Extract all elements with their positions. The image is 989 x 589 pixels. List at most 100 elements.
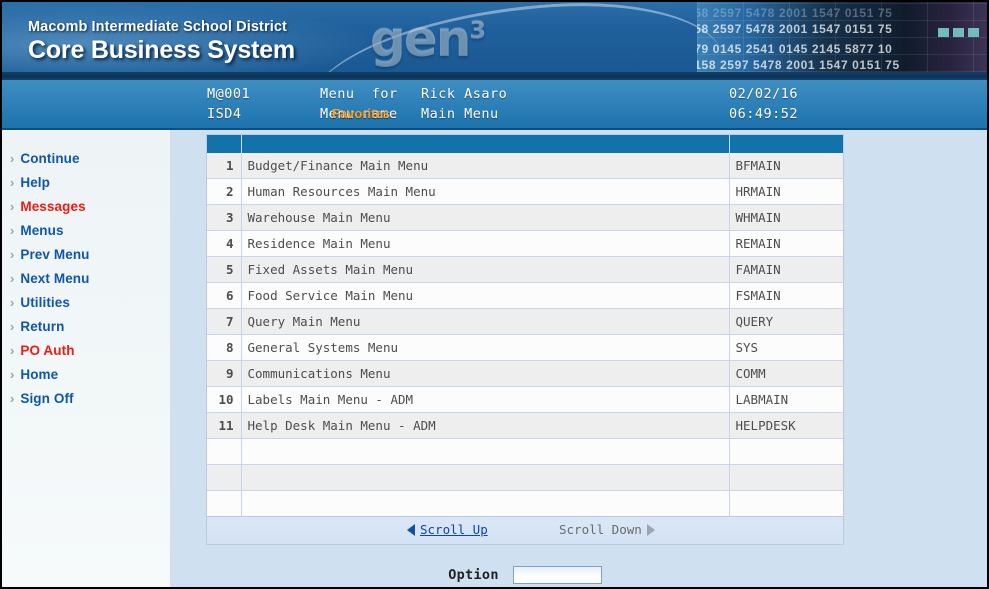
sidebar-item-utilities[interactable]: › Utilities: [10, 292, 70, 312]
table-row[interactable]: 5 Fixed Assets Main Menu FAMAIN: [207, 256, 843, 283]
district-name: Macomb Intermediate School District: [28, 19, 287, 35]
chevron-right-icon: ›: [10, 222, 15, 238]
table-row[interactable]: 11 Help Desk Main Menu - ADM HELPDESK: [207, 412, 843, 439]
cell-code: [729, 464, 843, 491]
table-row[interactable]: 7 Query Main Menu QUERY: [207, 308, 843, 335]
option-input[interactable]: [512, 566, 602, 584]
cell-desc: Fixed Assets Main Menu: [241, 256, 730, 283]
gen3-superscript: 3: [469, 16, 487, 45]
scroll-down-label: Scroll Down: [559, 522, 642, 537]
sidebar-item-po-auth[interactable]: › PO Auth: [10, 340, 75, 360]
column-header-description: [241, 135, 730, 153]
cell-desc: Human Resources Main Menu: [241, 178, 730, 205]
sidebar-item-label: Return: [20, 318, 65, 334]
scroll-controls-row: Scroll Up Scroll Down: [207, 516, 843, 544]
sidebar-item-continue[interactable]: › Continue: [10, 148, 80, 168]
district-logo: Macomb Intermediate School District Core…: [28, 19, 295, 65]
table-row[interactable]: 10 Labels Main Menu - ADM LABMAIN: [207, 386, 843, 413]
system-name: Core Business System: [28, 36, 295, 64]
chevron-right-icon: ›: [10, 198, 15, 214]
cell-code: WHMAIN: [729, 204, 843, 231]
banner-data-row: 158 2597 5478 2001 1547 0151 75: [697, 22, 893, 36]
current-time: 06:49:52: [729, 106, 799, 122]
cell-desc: Warehouse Main Menu: [241, 204, 730, 231]
cell-num: 10: [207, 386, 242, 413]
menu-id-value: M@001: [207, 86, 251, 102]
banner-data-row: 158 2597 5478 2001 1547 0151 75: [697, 6, 893, 20]
table-row[interactable]: 2 Human Resources Main Menu HRMAIN: [207, 178, 843, 205]
sidebar-item-menus[interactable]: › Menus: [10, 220, 64, 240]
column-header-number: [207, 135, 242, 153]
banner-data-row: 2158 2597 5478 2001 1547 0151 75: [697, 58, 900, 72]
sidebar-item-help[interactable]: › Help: [10, 172, 50, 192]
banner-indicator-blocks: [934, 24, 979, 42]
cell-desc: General Systems Menu: [241, 334, 730, 361]
sidebar-item-label: Home: [20, 366, 59, 382]
cell-code: BFMAIN: [729, 153, 843, 179]
cell-code: QUERY: [729, 308, 843, 335]
scroll-up-label: Scroll Up: [420, 522, 488, 537]
library-value: ISD4: [207, 106, 242, 122]
cell-num: 1: [207, 153, 242, 179]
sidebar-item-next-menu[interactable]: › Next Menu: [10, 268, 90, 288]
chevron-right-icon: ›: [10, 270, 15, 286]
sidebar-item-label: Menus: [20, 222, 64, 238]
table-row[interactable]: [207, 490, 843, 516]
sidebar-divider: [170, 130, 204, 587]
table-row[interactable]: 9 Communications Menu COMM: [207, 360, 843, 387]
sidebar-item-sign-off[interactable]: › Sign Off: [10, 388, 74, 408]
cell-code: HRMAIN: [729, 178, 843, 205]
cell-num: 7: [207, 308, 242, 335]
banner-data-row: 979 0145 2541 0145 2145 5877 10: [697, 42, 893, 56]
table-row[interactable]: 6 Food Service Main Menu FSMAIN: [207, 282, 843, 309]
sidebar-item-home[interactable]: › Home: [10, 364, 58, 384]
sidebar-item-label: Utilities: [20, 294, 71, 310]
current-date: 02/02/16: [729, 86, 799, 102]
cell-code: HELPDESK: [729, 412, 843, 439]
menu-table: 1 Budget/Finance Main Menu BFMAIN 2 Human Re…: [207, 135, 843, 516]
cell-desc: Query Main Menu: [241, 308, 730, 335]
cell-code: REMAIN: [729, 230, 843, 257]
sidebar-item-label: Help: [20, 174, 50, 190]
sidebar-item-prev-menu[interactable]: › Prev Menu: [10, 244, 90, 264]
sidebar-item-label: Sign Off: [20, 390, 74, 406]
chevron-right-icon: ›: [10, 342, 15, 358]
table-row[interactable]: 1 Budget/Finance Main Menu BFMAIN: [207, 153, 843, 179]
sidebar-item-label: Prev Menu: [20, 246, 90, 262]
sidebar-item-label: PO Auth: [20, 342, 75, 358]
chevron-right-icon: ›: [10, 246, 15, 262]
cell-desc: Help Desk Main Menu - ADM: [241, 412, 730, 439]
table-row[interactable]: [207, 464, 843, 491]
sidebar-item-return[interactable]: › Return: [10, 316, 64, 336]
triangle-right-icon: [646, 523, 655, 536]
favorites-link[interactable]: Favorites: [332, 106, 390, 121]
option-label: Option: [448, 567, 499, 583]
scroll-up-button[interactable]: Scroll Up: [407, 522, 488, 537]
table-row[interactable]: 4 Residence Main Menu REMAIN: [207, 230, 843, 257]
triangle-left-icon: [407, 523, 415, 536]
gen3-word: gen: [370, 10, 471, 68]
gen3-logo: gen3: [370, 10, 486, 68]
chevron-right-icon: ›: [10, 294, 15, 310]
banner-data-graphic: 158 2597 5478 2001 1547 0151 75 158 2597…: [697, 2, 987, 72]
sidebar-item-label: Messages: [20, 198, 86, 214]
scroll-down-button[interactable]: Scroll Down: [559, 522, 655, 537]
table-row[interactable]: [207, 438, 843, 465]
chevron-right-icon: ›: [10, 366, 15, 382]
banner-separator: [2, 72, 987, 80]
cell-num: 3: [207, 204, 242, 231]
cell-num: [207, 438, 242, 465]
cell-desc: Labels Main Menu - ADM: [241, 386, 730, 413]
chevron-right-icon: ›: [10, 150, 15, 166]
sidebar-item-messages[interactable]: › Messages: [10, 196, 86, 216]
chevron-right-icon: ›: [10, 318, 15, 334]
cell-num: 8: [207, 334, 242, 361]
table-row[interactable]: 8 General Systems Menu SYS: [207, 334, 843, 361]
chevron-right-icon: ›: [10, 174, 15, 190]
cell-code: [729, 438, 843, 465]
cell-code: COMM: [729, 360, 843, 387]
table-header-row: [207, 135, 843, 153]
table-row[interactable]: 3 Warehouse Main Menu WHMAIN: [207, 204, 843, 231]
cell-code: FSMAIN: [729, 282, 843, 309]
cell-desc: Residence Main Menu: [241, 230, 730, 257]
